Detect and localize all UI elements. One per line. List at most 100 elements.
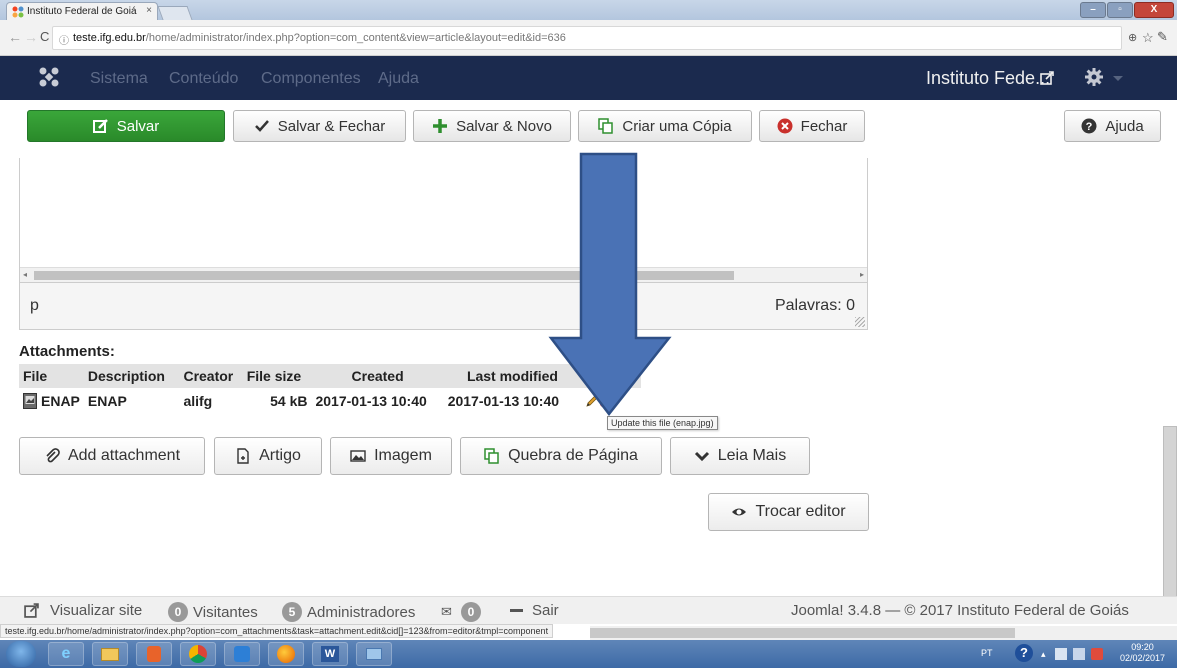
question-icon: ? — [1081, 118, 1097, 134]
chevron-down-icon[interactable] — [1113, 76, 1123, 81]
clock-time: 09:20 — [1131, 642, 1154, 652]
resize-grip-icon[interactable] — [855, 317, 865, 327]
save-new-button[interactable]: Salvar & Novo — [413, 110, 571, 142]
start-button[interactable] — [6, 641, 36, 667]
copyright: Joomla! 3.4.8 — © 2017 Instituto Federal… — [791, 602, 1129, 619]
save-close-button[interactable]: Salvar & Fechar — [233, 110, 406, 142]
save-copy-label: Criar uma Cópia — [622, 117, 732, 135]
scrollbar-thumb[interactable] — [1163, 426, 1177, 606]
external-link-icon — [24, 603, 39, 618]
paperclip-icon — [46, 448, 60, 463]
toggle-editor-button[interactable]: Trocar editor — [708, 493, 869, 531]
antivirus-tray-icon[interactable] — [1091, 648, 1103, 660]
forward-icon[interactable]: → — [24, 29, 38, 45]
check-icon — [254, 120, 269, 132]
creator-cell: alifg — [183, 393, 213, 409]
folder-taskbar-icon[interactable] — [92, 642, 128, 666]
menu-componentes[interactable]: Componentes — [261, 70, 361, 88]
description-cell: ENAP — [87, 393, 127, 409]
add-attachment-button[interactable]: Add attachment — [19, 437, 205, 475]
page-vertical-scrollbar[interactable] — [1163, 400, 1177, 606]
url-path: /home/administrator/index.php?option=com… — [145, 32, 566, 44]
back-icon[interactable]: ← — [8, 29, 22, 45]
bookmark-star-icon[interactable]: ☆ — [1142, 30, 1154, 46]
office-taskbar-icon[interactable] — [136, 642, 172, 666]
volume-tray-icon[interactable] — [1073, 648, 1085, 660]
attachments-title: Attachments: — [19, 343, 115, 360]
maximize-button[interactable]: ▫ — [1107, 2, 1133, 18]
copy-icon — [598, 118, 614, 134]
chrome-taskbar-icon[interactable] — [180, 642, 216, 666]
file-name[interactable]: ENAP — [41, 393, 80, 409]
scroll-right-icon[interactable]: ▸ — [860, 270, 864, 279]
column-header: Description — [83, 364, 180, 388]
address-bar-area: ← → C ⓘ teste.ifg.edu.br/home/administra… — [0, 20, 1177, 56]
page-horizontal-scrollbar[interactable] — [590, 626, 1177, 640]
site-title-link[interactable]: Instituto Fede... — [926, 68, 1050, 89]
ie-taskbar-icon[interactable]: e — [48, 642, 84, 666]
joomla-favicon-icon — [12, 6, 24, 18]
gear-icon[interactable] — [1085, 68, 1103, 86]
extension-icon[interactable]: ✎ — [1157, 29, 1168, 45]
joomla-logo-icon[interactable] — [38, 66, 60, 88]
url-input[interactable]: ⓘ teste.ifg.edu.br/home/administrator/in… — [52, 26, 1122, 50]
browser-titlebar: Instituto Federal de Goiá × – ▫ X — [0, 0, 1177, 20]
column-header: Created — [311, 364, 444, 388]
add-attachment-label: Add attachment — [67, 447, 181, 464]
chevron-down-icon — [694, 451, 709, 462]
page-break-button[interactable]: Quebra de Página — [460, 437, 662, 475]
menu-sistema[interactable]: Sistema — [90, 70, 148, 88]
firefox-taskbar-icon[interactable] — [268, 642, 304, 666]
help-tray-icon[interactable]: ? — [1015, 644, 1033, 662]
network-tray-icon[interactable] — [1055, 648, 1067, 660]
close-button[interactable]: Fechar — [759, 110, 865, 142]
editor-horizontal-scrollbar[interactable]: ◂ ▸ — [20, 267, 867, 282]
language-indicator[interactable]: PT — [981, 648, 993, 658]
logout-link[interactable]: Sair — [510, 602, 559, 619]
admins-link[interactable]: 5 Administradores — [282, 602, 415, 622]
tab-close-icon[interactable]: × — [146, 5, 152, 16]
minimize-button[interactable]: – — [1080, 2, 1106, 18]
menu-conteudo[interactable]: Conteúdo — [169, 70, 238, 88]
new-tab-button[interactable] — [157, 6, 193, 20]
word-taskbar-icon[interactable]: W — [312, 642, 348, 666]
hover-url-status: teste.ifg.edu.br/home/administrator/inde… — [0, 624, 554, 638]
browser-tab[interactable]: Instituto Federal de Goiá × — [6, 2, 158, 20]
editor-statusbar: p Palavras: 0 — [20, 282, 867, 329]
file-cell[interactable]: ENAP — [19, 388, 84, 414]
size-cell: 54 kB — [270, 393, 308, 409]
article-button[interactable]: Artigo — [214, 437, 322, 475]
scrollbar-thumb[interactable] — [590, 628, 1015, 638]
url-host: teste.ifg.edu.br — [73, 32, 146, 44]
windows-taskbar: e W PT ? ▴ 09:20 02/02/2017 — [0, 640, 1177, 668]
shield-taskbar-icon[interactable] — [224, 642, 260, 666]
admins-label: Administradores — [307, 603, 416, 621]
clock[interactable]: 09:20 02/02/2017 — [1120, 642, 1165, 664]
view-site-link[interactable]: Visualizar site — [24, 602, 142, 619]
save-new-label: Salvar & Novo — [456, 117, 552, 135]
toggle-editor-label: Trocar editor — [755, 503, 846, 520]
visitors-link[interactable]: 0 Visitantes — [168, 602, 258, 622]
read-more-label: Leia Mais — [717, 447, 787, 464]
tray-expand-icon[interactable]: ▴ — [1041, 649, 1046, 660]
column-header: Creator — [179, 364, 243, 388]
menu-ajuda[interactable]: Ajuda — [378, 70, 419, 88]
save-copy-button[interactable]: Criar uma Cópia — [578, 110, 752, 142]
help-button[interactable]: ? Ajuda — [1064, 110, 1161, 142]
close-window-button[interactable]: X — [1134, 2, 1174, 18]
save-button[interactable]: Salvar — [27, 110, 225, 142]
close-circle-icon — [777, 118, 793, 134]
scroll-left-icon[interactable]: ◂ — [23, 270, 27, 279]
reload-icon[interactable]: C — [40, 29, 49, 44]
read-more-button[interactable]: Leia Mais — [670, 437, 810, 475]
article-editor[interactable]: ◂ ▸ p Palavras: 0 — [19, 158, 868, 330]
site-info-icon[interactable]: ⓘ — [59, 32, 69, 47]
help-label: Ajuda — [1105, 117, 1144, 135]
admin-footer: Visualizar site 0 Visitantes 5 Administr… — [0, 596, 1177, 624]
messages-link[interactable]: ✉ 0 — [441, 602, 481, 622]
zoom-icon[interactable]: ⊕ — [1128, 31, 1137, 44]
app-taskbar-icon[interactable] — [356, 642, 392, 666]
image-button[interactable]: Imagem — [330, 437, 452, 475]
tooltip: Update this file (enap.jpg) — [607, 416, 718, 430]
element-path: p — [30, 297, 39, 314]
